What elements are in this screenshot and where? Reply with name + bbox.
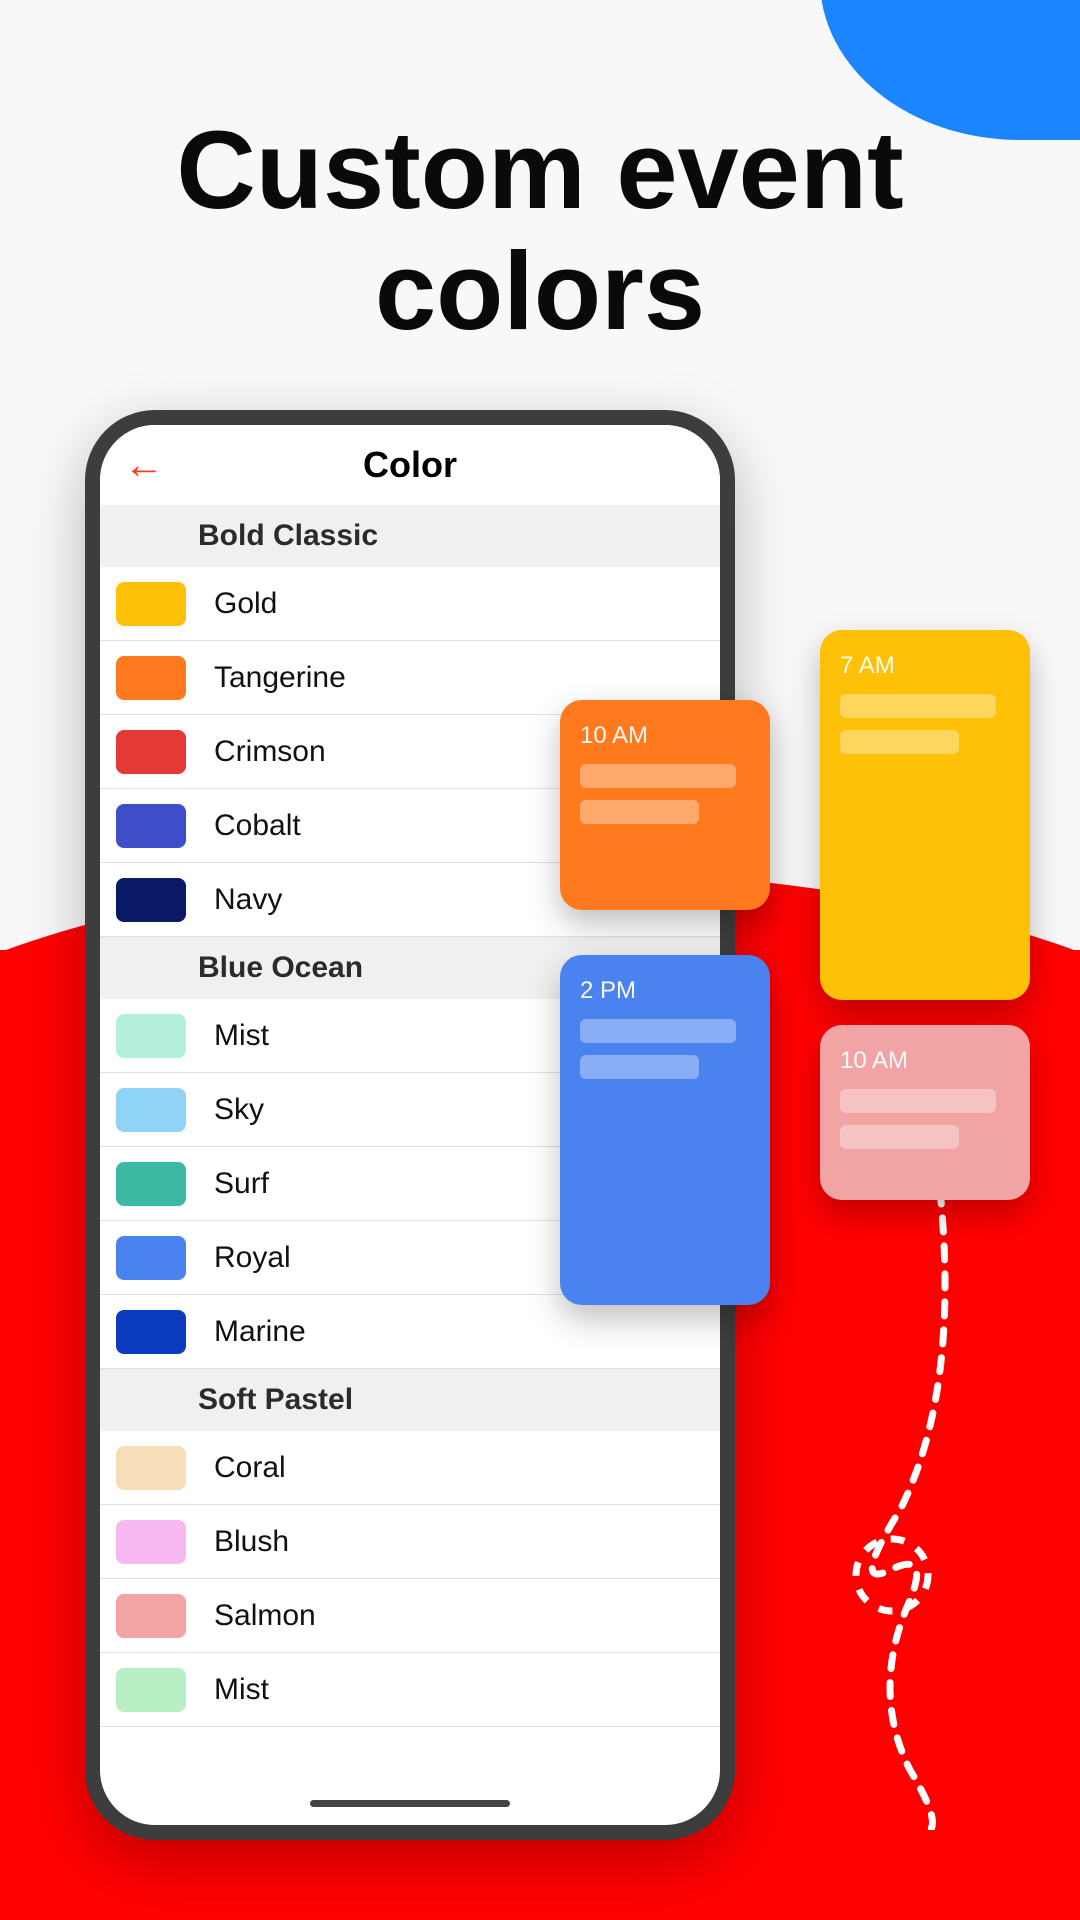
- color-swatch: [116, 1668, 186, 1712]
- color-swatch: [116, 1236, 186, 1280]
- event-text-placeholder: [840, 1125, 959, 1149]
- color-label: Marine: [214, 1315, 306, 1349]
- event-card: 2 PM: [560, 955, 770, 1305]
- color-row[interactable]: Blush: [100, 1505, 720, 1579]
- color-label: Crimson: [214, 735, 326, 769]
- color-label: Royal: [214, 1241, 291, 1275]
- color-label: Cobalt: [214, 809, 301, 843]
- event-card: 7 AM: [820, 630, 1030, 1000]
- section-header: Bold Classic: [100, 505, 720, 567]
- color-row[interactable]: Coral: [100, 1431, 720, 1505]
- event-card: 10 AM: [820, 1025, 1030, 1200]
- color-swatch: [116, 1014, 186, 1058]
- color-label: Sky: [214, 1093, 264, 1127]
- color-swatch: [116, 878, 186, 922]
- event-card: 10 AM: [560, 700, 770, 910]
- event-time: 10 AM: [580, 722, 750, 750]
- color-swatch: [116, 1088, 186, 1132]
- color-label: Navy: [214, 883, 282, 917]
- home-indicator: [310, 1800, 510, 1807]
- color-label: Surf: [214, 1167, 269, 1201]
- color-swatch: [116, 1162, 186, 1206]
- event-time: 2 PM: [580, 977, 750, 1005]
- color-swatch: [116, 1310, 186, 1354]
- color-row[interactable]: Gold: [100, 567, 720, 641]
- color-swatch: [116, 1594, 186, 1638]
- color-row[interactable]: Salmon: [100, 1579, 720, 1653]
- color-label: Gold: [214, 587, 277, 621]
- color-row[interactable]: Mist: [100, 1653, 720, 1727]
- color-label: Blush: [214, 1525, 289, 1559]
- section-header: Soft Pastel: [100, 1369, 720, 1431]
- event-time: 10 AM: [840, 1047, 1010, 1075]
- color-swatch: [116, 582, 186, 626]
- color-label: Mist: [214, 1019, 269, 1053]
- event-text-placeholder: [580, 764, 736, 788]
- color-swatch: [116, 730, 186, 774]
- event-text-placeholder: [840, 1089, 996, 1113]
- event-text-placeholder: [580, 1019, 736, 1043]
- color-label: Salmon: [214, 1599, 316, 1633]
- event-text-placeholder: [840, 694, 996, 718]
- nav-bar: ← Color: [100, 425, 720, 505]
- color-label: Tangerine: [214, 661, 346, 695]
- color-row[interactable]: Marine: [100, 1295, 720, 1369]
- back-arrow-icon[interactable]: ←: [124, 445, 164, 485]
- color-swatch: [116, 1520, 186, 1564]
- event-time: 7 AM: [840, 652, 1010, 680]
- event-text-placeholder: [580, 1055, 699, 1079]
- color-swatch: [116, 656, 186, 700]
- color-label: Coral: [214, 1451, 286, 1485]
- event-text-placeholder: [580, 800, 699, 824]
- color-swatch: [116, 1446, 186, 1490]
- color-swatch: [116, 804, 186, 848]
- color-label: Mist: [214, 1673, 269, 1707]
- event-text-placeholder: [840, 730, 959, 754]
- screen-title: Color: [363, 444, 457, 486]
- page-headline: Custom eventcolors: [0, 110, 1080, 352]
